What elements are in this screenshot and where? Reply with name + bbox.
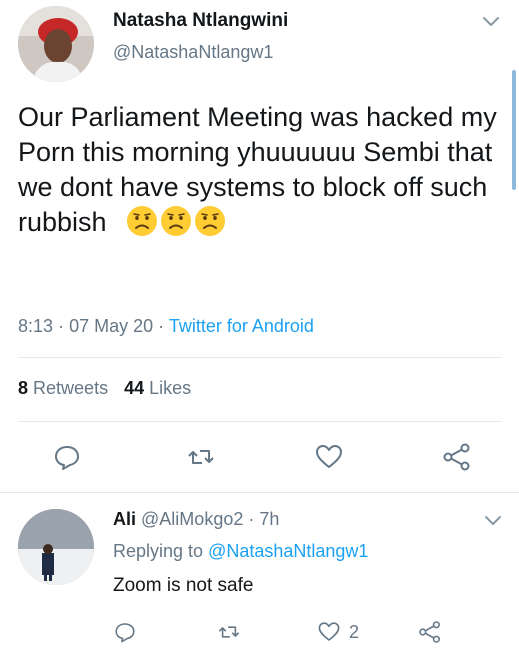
share-icon[interactable] [418, 620, 442, 644]
avatar[interactable] [18, 509, 94, 585]
engagement-counts: 8 Retweets 44 Likes [18, 378, 191, 399]
retweets-stat[interactable]: 8 Retweets [18, 378, 108, 398]
tweet-text: Our Parliament Meeting was hacked my Por… [18, 100, 498, 240]
replying-to-label: Replying to [113, 541, 204, 561]
heart-icon[interactable] [317, 620, 341, 644]
retweet-icon[interactable] [217, 620, 241, 644]
reply-reply-button[interactable] [113, 619, 137, 645]
replying-to-handle[interactable]: @NatashaNtlangw1 [208, 541, 368, 561]
retweets-count: 8 [18, 378, 29, 398]
avatar[interactable] [18, 6, 94, 82]
tweet-meta: 8:13 · 07 May 20 · Twitter for Android [18, 316, 314, 337]
reply-handle[interactable]: @AliMokgo2 [141, 509, 243, 529]
tweet-date: 07 May 20 [69, 316, 154, 336]
emoji-group [126, 205, 228, 240]
tweet-time: 8:13 [18, 316, 54, 336]
separator-dot: · [248, 509, 260, 529]
reply-header: Ali @AliMokgo2 · 7h [113, 509, 279, 530]
reply-icon[interactable] [52, 442, 82, 472]
display-name[interactable]: Natasha Ntlangwini [113, 10, 288, 32]
handle[interactable]: @NatashaNtlangw1 [113, 42, 288, 63]
scrollbar[interactable] [512, 70, 516, 190]
separator-dot: · [58, 316, 70, 336]
frowning-face-emoji [127, 206, 158, 236]
reply-share-button[interactable] [418, 619, 442, 645]
likes-stat[interactable]: 44 Likes [124, 378, 191, 398]
chevron-down-icon[interactable] [484, 515, 502, 527]
reply-like-count: 2 [349, 621, 360, 642]
retweet-icon[interactable] [186, 442, 216, 472]
reply-retweet-button[interactable] [217, 619, 241, 645]
replying-to: Replying to @NatashaNtlangw1 [113, 541, 368, 562]
reply-age: 7h [259, 509, 280, 529]
chevron-down-icon[interactable] [482, 16, 500, 28]
tweet-actions [18, 442, 506, 472]
divider [18, 357, 502, 358]
frowning-face-emoji [195, 206, 226, 236]
divider [0, 492, 519, 493]
reply-tweet[interactable]: Ali @AliMokgo2 · 7h Replying to @Natasha… [18, 505, 506, 651]
frowning-face-emoji [161, 206, 192, 236]
heart-icon[interactable] [314, 442, 344, 472]
divider [18, 421, 502, 422]
separator-dot: · [158, 316, 169, 336]
likes-label: Likes [149, 378, 192, 398]
reply-display-name[interactable]: Ali [113, 509, 136, 529]
reply-actions: 2 [113, 619, 506, 645]
reply-like-button[interactable]: 2 [317, 619, 359, 645]
retweets-label: Retweets [33, 378, 109, 398]
reply-text: Zoom is not safe [113, 575, 254, 596]
reply-icon[interactable] [113, 620, 137, 644]
likes-count: 44 [124, 378, 145, 398]
tweet-body: Our Parliament Meeting was hacked my Por… [18, 102, 497, 237]
share-icon[interactable] [442, 442, 472, 472]
tweet-source[interactable]: Twitter for Android [169, 316, 314, 336]
